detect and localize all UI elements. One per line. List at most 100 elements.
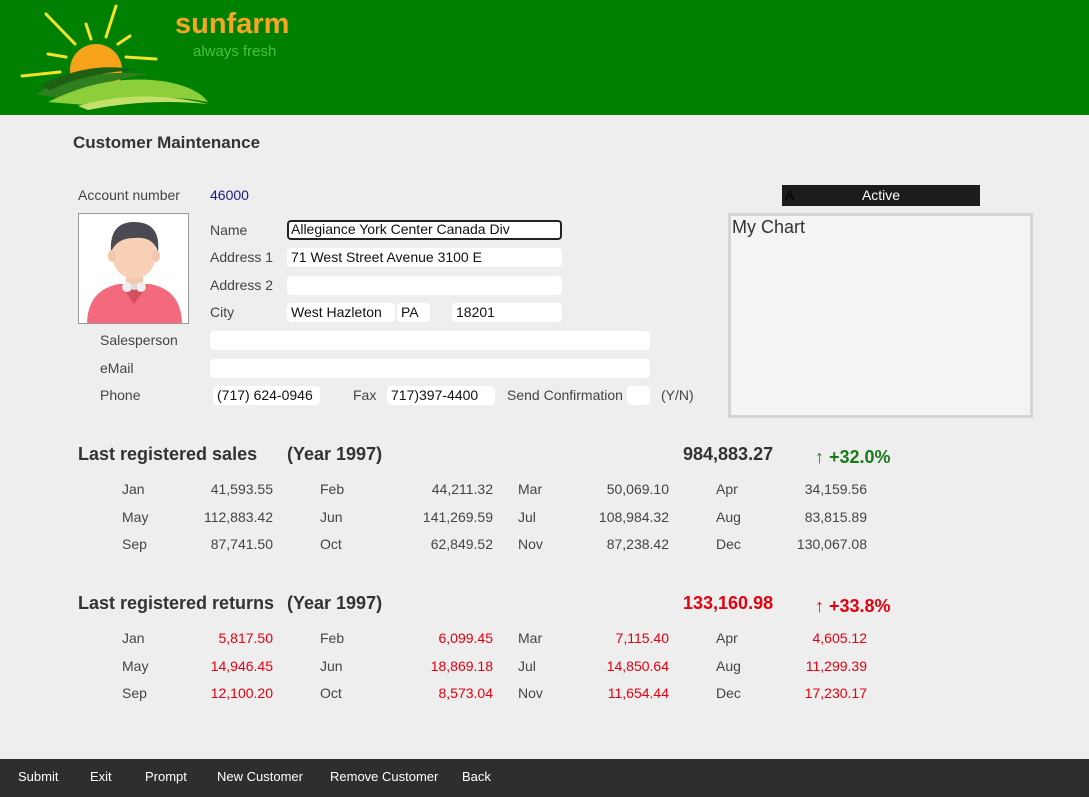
- page-title: Customer Maintenance: [73, 133, 261, 152]
- sales-month-value: 112,883.42: [203, 508, 273, 525]
- chart-panel: My Chart: [728, 213, 1033, 418]
- sales-change: ↑ +32.0%: [815, 447, 891, 468]
- send-confirmation-field[interactable]: [627, 386, 650, 405]
- address2-field[interactable]: [287, 276, 562, 295]
- sales-month-label: Aug: [716, 508, 741, 525]
- sales-month-value: 50,069.10: [606, 481, 669, 497]
- returns-month-label: Dec: [716, 685, 741, 701]
- address2-label: Address 2: [210, 277, 274, 293]
- sales-month-label: Mar: [518, 481, 543, 497]
- new-customer-button[interactable]: New Customer: [217, 769, 303, 784]
- brand-name: sunfarm: [175, 8, 290, 40]
- returns-month-value: 11,654.44: [607, 685, 669, 701]
- salesperson-field[interactable]: [210, 331, 650, 350]
- returns-month-label: Mar: [518, 630, 543, 646]
- returns-year: (Year 1997): [287, 593, 383, 613]
- returns-change-value: +33.8%: [829, 596, 891, 616]
- city-field[interactable]: West Hazleton: [287, 303, 395, 322]
- sales-month-label: May: [122, 508, 149, 525]
- email-label: eMail: [100, 360, 134, 376]
- returns-month-value: 18,869.18: [430, 657, 493, 674]
- returns-month-value: 14,946.45: [210, 657, 273, 674]
- submit-button[interactable]: Submit: [18, 769, 58, 784]
- returns-month-label: Apr: [716, 630, 738, 646]
- sales-year: (Year 1997): [287, 444, 383, 464]
- sales-month-value: 44,211.32: [431, 481, 493, 497]
- returns-month-value: 11,299.39: [805, 657, 867, 674]
- sales-month-value: 83,815.89: [804, 508, 867, 525]
- exit-button[interactable]: Exit: [90, 769, 112, 784]
- status-text: Active: [861, 187, 901, 203]
- brand-tagline: always fresh: [193, 43, 277, 60]
- arrow-up-icon: ↑: [815, 447, 824, 467]
- returns-month-value: 17,230.17: [804, 685, 867, 701]
- returns-month-label: Sep: [122, 685, 147, 701]
- zip-field[interactable]: 18201: [452, 303, 562, 322]
- address1-label: Address 1: [210, 249, 274, 265]
- arrow-up-icon: ↑: [815, 596, 824, 616]
- sales-month-label: Feb: [320, 481, 345, 497]
- returns-month-label: Jul: [518, 657, 536, 674]
- sales-month-value: 34,159.56: [804, 481, 867, 497]
- sales-month-label: Apr: [716, 481, 738, 497]
- returns-month-value: 7,115.40: [615, 630, 669, 646]
- returns-change: ↑ +33.8%: [815, 596, 891, 617]
- email-field[interactable]: [210, 359, 650, 378]
- address1-field[interactable]: 71 West Street Avenue 3100 E: [287, 248, 562, 267]
- sales-month-value: 108,984.32: [598, 508, 669, 525]
- sales-month-label: Nov: [518, 536, 543, 552]
- sales-month-value: 62,849.52: [430, 536, 493, 552]
- city-label: City: [210, 304, 235, 320]
- footer-toolbar: Submit Exit Prompt New Customer Remove C…: [0, 759, 1089, 797]
- chart-title: My Chart: [732, 217, 806, 237]
- returns-month-label: Nov: [518, 685, 543, 701]
- sales-month-value: 130,067.08: [796, 536, 867, 552]
- returns-month-value: 8,573.04: [438, 685, 494, 701]
- sales-month-value: 41,593.55: [210, 481, 273, 497]
- name-label: Name: [210, 222, 248, 238]
- salesperson-label: Salesperson: [100, 332, 178, 348]
- person-icon: [79, 214, 188, 323]
- sales-month-label: Jul: [518, 508, 536, 525]
- customer-avatar: [78, 213, 189, 324]
- sales-month-label: Jun: [320, 508, 343, 525]
- sales-change-value: +32.0%: [829, 447, 891, 467]
- name-field[interactable]: Allegiance York Center Canada Div: [287, 220, 562, 240]
- sales-month-value: 87,741.50: [210, 536, 273, 552]
- returns-total: 133,160.98: [683, 593, 774, 613]
- returns-month-value: 12,100.20: [210, 685, 273, 701]
- returns-month-label: Jun: [320, 657, 343, 674]
- sales-month-label: Dec: [716, 536, 741, 552]
- returns-month-value: 4,605.12: [812, 630, 868, 646]
- sales-month-value: 141,269.59: [422, 508, 493, 525]
- sales-month-value: 87,238.42: [606, 536, 669, 552]
- sales-month-label: Jan: [122, 481, 145, 497]
- returns-title: Last registered returns: [78, 593, 275, 613]
- returns-month-value: 5,817.50: [218, 630, 274, 646]
- fax-label: Fax: [353, 387, 377, 403]
- returns-month-label: May: [122, 657, 149, 674]
- returns-month-label: Jan: [122, 630, 145, 646]
- sales-total: 984,883.27: [683, 444, 774, 464]
- phone-field[interactable]: (717) 624-0946: [213, 386, 320, 405]
- account-number-value: 46000: [210, 187, 249, 203]
- sales-title: Last registered sales: [78, 444, 258, 464]
- remove-customer-button[interactable]: Remove Customer: [330, 769, 438, 784]
- returns-month-value: 6,099.45: [438, 630, 494, 646]
- returns-month-label: Feb: [320, 630, 345, 646]
- fax-field[interactable]: 717)397-4400: [387, 386, 495, 405]
- send-confirmation-label: Send Confirmation: [507, 387, 623, 403]
- state-field[interactable]: PA: [397, 303, 430, 322]
- returns-month-label: Aug: [716, 657, 741, 674]
- returns-month-value: 14,850.64: [606, 657, 669, 674]
- back-button[interactable]: Back: [462, 769, 491, 784]
- sales-month-label: Sep: [122, 536, 147, 552]
- sales-month-label: Oct: [320, 536, 342, 552]
- prompt-button[interactable]: Prompt: [145, 769, 187, 784]
- app-header: sunfarm always fresh: [0, 0, 1089, 115]
- yn-hint: (Y/N): [661, 387, 694, 403]
- phone-label: Phone: [100, 387, 141, 403]
- account-number-label: Account number: [78, 187, 180, 203]
- returns-month-label: Oct: [320, 685, 342, 701]
- status-badge: A Active: [782, 185, 980, 206]
